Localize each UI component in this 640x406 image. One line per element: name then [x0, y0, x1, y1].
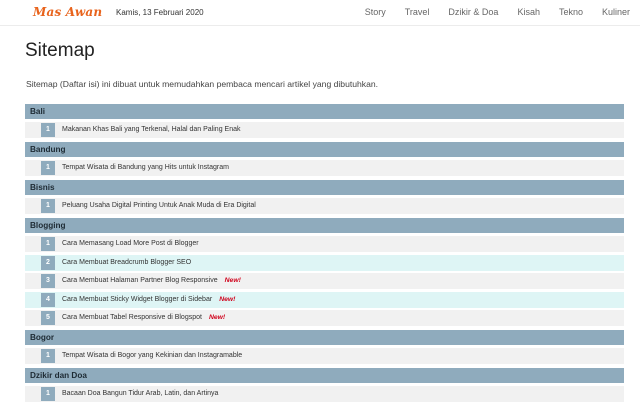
category-items: 1 Peluang Usaha Digital Printing Untuk A… [25, 198, 624, 214]
category-header: Bandung [25, 142, 624, 157]
sitemap-list: Bali 1 Makanan Khas Bali yang Terkenal, … [25, 104, 624, 406]
main-nav: Story Travel Dzikir & Doa Kisah Tekno Ku… [346, 7, 630, 17]
category-header: Bogor [25, 330, 624, 345]
category-header: Blogging [25, 218, 624, 233]
category-header: Bali [25, 104, 624, 119]
item-number: 1 [41, 387, 55, 401]
sitemap-item[interactable]: 3 Cara Membuat Halaman Partner Blog Resp… [25, 273, 624, 289]
item-number: 1 [41, 199, 55, 213]
category-items: 1 Makanan Khas Bali yang Terkenal, Halal… [25, 122, 624, 138]
nav-item-story[interactable]: Story [365, 7, 386, 17]
item-number: 1 [41, 123, 55, 137]
item-link[interactable]: Bacaan Doa Bangun Tidur Arab, Latin, dan… [62, 390, 218, 397]
item-link[interactable]: Cara Membuat Breadcrumb Blogger SEO [62, 259, 191, 266]
header-date: Kamis, 13 Februari 2020 [116, 8, 204, 17]
site-logo[interactable]: Mas Awan [33, 5, 102, 19]
category-items: 1 Cara Memasang Load More Post di Blogge… [25, 236, 624, 326]
nav-item-dzikir-doa[interactable]: Dzikir & Doa [448, 7, 498, 17]
item-number: 1 [41, 161, 55, 175]
sitemap-item[interactable]: 1 Cara Memasang Load More Post di Blogge… [25, 236, 624, 252]
new-badge: New! [208, 314, 226, 321]
item-link[interactable]: Cara Membuat Tabel Responsive di Blogspo… [62, 314, 225, 321]
item-number: 4 [41, 292, 55, 307]
category-header: Bisnis [25, 180, 624, 195]
top-bar: Mas Awan Kamis, 13 Februari 2020 Story T… [0, 0, 640, 26]
item-number: 3 [41, 274, 55, 288]
page-title: Sitemap [25, 40, 95, 61]
sitemap-item[interactable]: 1 Tempat Wisata di Bogor yang Kekinian d… [25, 348, 624, 364]
sitemap-item[interactable]: 5 Cara Membuat Tabel Responsive di Blogs… [25, 310, 624, 326]
new-badge: New! [219, 295, 236, 303]
new-badge: New! [224, 277, 241, 284]
item-link[interactable]: Cara Membuat Halaman Partner Blog Respon… [62, 277, 241, 284]
page-intro: Sitemap (Daftar isi) ini dibuat untuk me… [26, 79, 379, 89]
item-link[interactable]: Cara Membuat Sticky Widget Blogger di Si… [62, 296, 235, 303]
item-link[interactable]: Tempat Wisata di Bandung yang Hits untuk… [62, 164, 229, 171]
category-items: 1 Tempat Wisata di Bandung yang Hits unt… [25, 160, 624, 176]
item-link[interactable]: Peluang Usaha Digital Printing Untuk Ana… [62, 202, 256, 209]
item-link[interactable]: Makanan Khas Bali yang Terkenal, Halal d… [62, 126, 240, 133]
nav-item-tekno[interactable]: Tekno [559, 7, 583, 17]
sitemap-item[interactable]: 2 Cara Membuat Breadcrumb Blogger SEO [25, 254, 624, 271]
nav-item-kuliner[interactable]: Kuliner [602, 7, 630, 17]
nav-item-travel[interactable]: Travel [405, 7, 430, 17]
item-link[interactable]: Cara Memasang Load More Post di Blogger [62, 240, 199, 247]
sitemap-item[interactable]: 1 Peluang Usaha Digital Printing Untuk A… [25, 198, 624, 214]
item-number: 5 [41, 311, 55, 325]
item-number: 2 [41, 255, 55, 270]
item-number: 1 [41, 237, 55, 251]
sitemap-item[interactable]: 1 Tempat Wisata di Bandung yang Hits unt… [25, 160, 624, 176]
sitemap-item[interactable]: 4 Cara Membuat Sticky Widget Blogger di … [25, 291, 624, 308]
sitemap-item[interactable]: 1 Makanan Khas Bali yang Terkenal, Halal… [25, 122, 624, 138]
category-header: Dzikir dan Doa [25, 368, 624, 383]
nav-item-kisah[interactable]: Kisah [517, 7, 540, 17]
item-number: 1 [41, 349, 55, 363]
category-items: 1 Tempat Wisata di Bogor yang Kekinian d… [25, 348, 624, 364]
item-link[interactable]: Tempat Wisata di Bogor yang Kekinian dan… [62, 352, 242, 359]
